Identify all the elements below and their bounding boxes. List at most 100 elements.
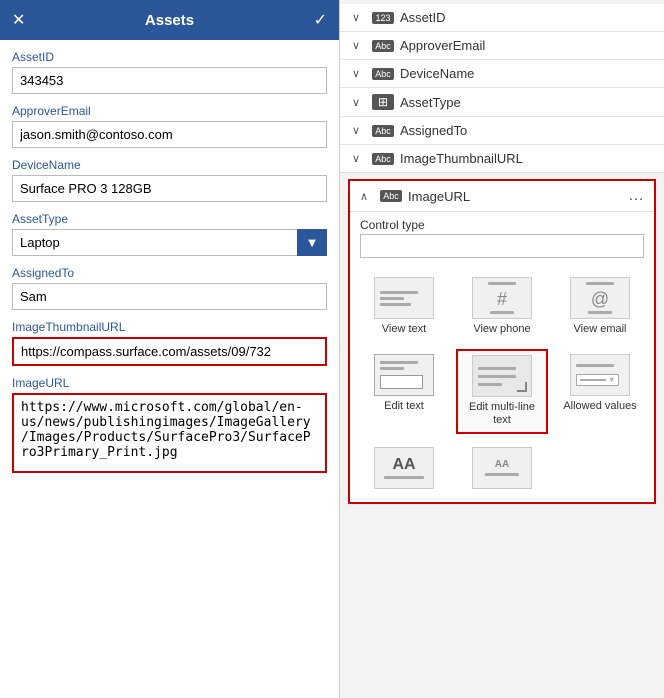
thumb-edit-line-1: [380, 361, 418, 364]
control-edit-text[interactable]: Edit text: [358, 349, 450, 433]
icon-assignedto: Abc: [372, 125, 394, 137]
thumb-edit-line-2: [380, 367, 404, 370]
field-approveremail: ApproverEmail: [12, 104, 327, 148]
control-text-size-large[interactable]: AA: [358, 442, 450, 494]
input-approveremail[interactable]: [12, 121, 327, 148]
icon-imagethumbnailurl: Abc: [372, 153, 394, 165]
control-text-size-small[interactable]: AA: [456, 442, 548, 494]
ml-line-1: [478, 367, 516, 370]
form-header: ✕ Assets ✓: [0, 0, 339, 40]
av-micro-line: [580, 379, 606, 381]
thumb-edit-box: [380, 375, 423, 389]
control-bottom-grid: AA AA: [350, 442, 654, 502]
name-imagethumbnailurl: ImageThumbnailURL: [400, 151, 523, 166]
control-label-allowed: Allowed values: [563, 400, 636, 413]
close-icon[interactable]: ✕: [12, 10, 25, 30]
thumb-line-1: [380, 291, 418, 294]
form-title: Assets: [145, 12, 194, 29]
aa-small-line: [485, 473, 520, 476]
input-assetid[interactable]: [12, 67, 327, 94]
field-assetid: AssetID: [12, 50, 327, 94]
av-select-bar: ▼: [576, 374, 619, 386]
name-assetid: AssetID: [400, 10, 446, 25]
thumb-text-size-small: AA: [472, 447, 532, 489]
rp-item-approveremail[interactable]: ∨ Abc ApproverEmail: [340, 32, 664, 60]
control-grid-row2: Edit text Edit multi-line text ▼: [350, 349, 654, 441]
ml-line-3: [478, 383, 502, 386]
name-assettype: AssetType: [400, 95, 461, 110]
thumb-line-email-2: [588, 311, 612, 314]
control-label-multiline: Edit multi-line text: [462, 401, 542, 427]
chevron-assignedto: ∨: [352, 124, 366, 137]
thumb-line-email-1: [586, 282, 615, 285]
rp-item-assetid[interactable]: ∨ 123 AssetID: [340, 4, 664, 32]
field-devicename: DeviceName: [12, 158, 327, 202]
field-imageurl: ImageURL https://www.microsoft.com/globa…: [12, 376, 327, 476]
control-thumb-allowed: ▼: [570, 354, 630, 396]
thumb-line-3: [380, 303, 411, 306]
select-assettype[interactable]: Laptop Desktop Mobile: [12, 229, 327, 256]
control-label-view-email: View email: [574, 323, 627, 336]
control-type-input[interactable]: [360, 234, 644, 258]
chevron-approveremail: ∨: [352, 39, 366, 52]
icon-imageurl-expanded: Abc: [380, 190, 402, 202]
expanded-header: ∧ Abc ImageURL …: [350, 181, 654, 212]
right-panel: ∨ 123 AssetID ∨ Abc ApproverEmail ∨ Abc …: [340, 0, 664, 698]
label-imageurl: ImageURL: [12, 376, 327, 390]
input-devicename[interactable]: [12, 175, 327, 202]
label-approveremail: ApproverEmail: [12, 104, 327, 118]
icon-approveremail: Abc: [372, 40, 394, 52]
control-thumb-view-phone: #: [472, 277, 532, 319]
chevron-assetid: ∨: [352, 11, 366, 24]
chevron-imageurl-expanded: ∧: [360, 190, 374, 203]
field-assignedto: AssignedTo: [12, 266, 327, 310]
chevron-assettype: ∨: [352, 96, 366, 109]
aa-small-icon: AA: [495, 460, 509, 470]
input-imagethumbnailurl[interactable]: [12, 337, 327, 366]
name-devicename: DeviceName: [400, 66, 474, 81]
av-line-1: [576, 364, 614, 367]
control-grid-row1: View text # View phone @ View email: [350, 266, 654, 349]
icon-assetid: 123: [372, 12, 394, 24]
textarea-imageurl[interactable]: https://www.microsoft.com/global/en-us/n…: [12, 393, 327, 473]
icon-devicename: Abc: [372, 68, 394, 80]
more-options-icon[interactable]: …: [628, 187, 644, 205]
field-imagethumbnailurl: ImageThumbnailURL: [12, 320, 327, 366]
control-view-text[interactable]: View text: [358, 272, 450, 341]
label-assettype: AssetType: [12, 212, 327, 226]
at-icon: @: [591, 290, 609, 308]
control-thumb-multiline: [472, 355, 532, 397]
label-devicename: DeviceName: [12, 158, 327, 172]
control-view-phone[interactable]: # View phone: [456, 272, 548, 341]
expanded-imageurl: ∧ Abc ImageURL … Control type View text: [348, 179, 656, 504]
label-assetid: AssetID: [12, 50, 327, 64]
rp-item-devicename[interactable]: ∨ Abc DeviceName: [340, 60, 664, 88]
control-label-view-text: View text: [382, 323, 426, 336]
aa-large-line: [384, 476, 425, 479]
icon-assettype: ⊞: [372, 94, 394, 110]
control-label-edit-text: Edit text: [384, 400, 424, 413]
chevron-imagethumbnailurl: ∨: [352, 152, 366, 165]
form-body: AssetID ApproverEmail DeviceName AssetTy…: [0, 40, 339, 698]
chevron-devicename: ∨: [352, 67, 366, 80]
ml-line-2: [478, 375, 516, 378]
name-imageurl-expanded: ImageURL: [408, 189, 622, 204]
control-view-email[interactable]: @ View email: [554, 272, 646, 341]
rp-item-assignedto[interactable]: ∨ Abc AssignedTo: [340, 117, 664, 145]
control-thumb-edit-text: [374, 354, 434, 396]
control-label-view-phone: View phone: [473, 323, 530, 336]
label-imagethumbnailurl: ImageThumbnailURL: [12, 320, 327, 334]
select-wrapper-assettype: Laptop Desktop Mobile ▼: [12, 229, 327, 256]
check-icon[interactable]: ✓: [314, 10, 327, 30]
hash-icon: #: [497, 290, 507, 308]
rp-item-assettype[interactable]: ∨ ⊞ AssetType: [340, 88, 664, 117]
control-thumb-view-text: [374, 277, 434, 319]
control-thumb-view-email: @: [570, 277, 630, 319]
control-edit-multiline[interactable]: Edit multi-line text: [456, 349, 548, 433]
input-assignedto[interactable]: [12, 283, 327, 310]
thumb-line-phone-2: [490, 311, 514, 314]
rp-item-imagethumbnailurl[interactable]: ∨ Abc ImageThumbnailURL: [340, 145, 664, 173]
control-allowed-values[interactable]: ▼ Allowed values: [554, 349, 646, 433]
field-assettype: AssetType Laptop Desktop Mobile ▼: [12, 212, 327, 256]
thumb-text-size-large: AA: [374, 447, 434, 489]
